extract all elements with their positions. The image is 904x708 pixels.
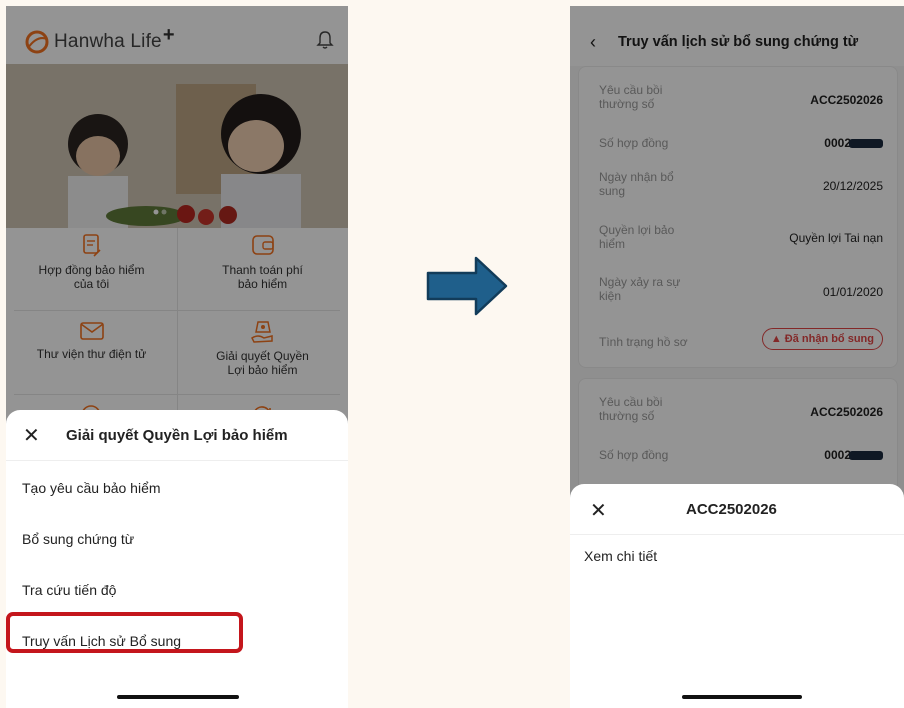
phone-screen-right: ‹ Truy vấn lịch sử bổ sung chứng từ Yêu … <box>570 6 904 708</box>
claim-action-sheet: ✕ Giải quyết Quyền Lợi bảo hiểm Tạo yêu … <box>6 410 348 708</box>
sheet-header: ✕ Giải quyết Quyền Lợi bảo hiểm <box>6 410 348 461</box>
close-icon[interactable]: ✕ <box>23 423 40 448</box>
menu-item-track-progress[interactable]: Tra cứu tiến độ <box>22 582 116 598</box>
menu-item-add-documents[interactable]: Bổ sung chứng từ <box>22 531 134 547</box>
home-indicator <box>682 695 802 699</box>
home-indicator <box>117 695 239 699</box>
arrow-right-icon <box>426 256 508 316</box>
view-detail-item[interactable]: Xem chi tiết <box>584 548 657 564</box>
close-icon[interactable]: ✕ <box>590 498 607 523</box>
highlight-box <box>6 612 243 653</box>
sheet-title: Giải quyết Quyền Lợi bảo hiểm <box>66 427 288 444</box>
sheet-header: ✕ ACC2502026 <box>570 484 904 535</box>
claim-detail-sheet: ✕ ACC2502026 Xem chi tiết <box>570 484 904 708</box>
menu-item-create-claim[interactable]: Tạo yêu cầu bảo hiểm <box>22 480 161 496</box>
phone-screen-left: Hanwha Life + Hợp đồng bảo hiểm của tôi … <box>6 6 348 708</box>
sheet-title: ACC2502026 <box>686 501 777 518</box>
